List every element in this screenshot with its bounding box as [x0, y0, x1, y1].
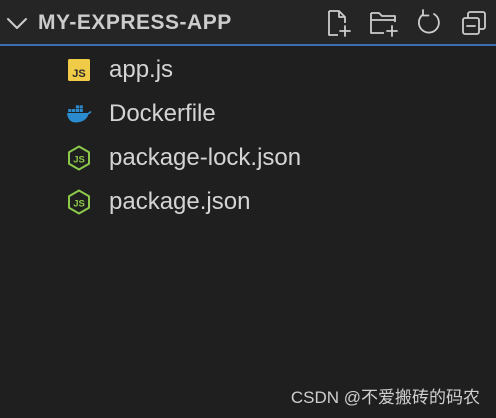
svg-text:JS: JS [73, 199, 85, 210]
refresh-button[interactable] [413, 7, 445, 39]
file-name: app.js [109, 56, 174, 83]
file-item-package-lock-json[interactable]: JS package-lock.json [0, 136, 496, 180]
collapse-all-button[interactable] [458, 7, 490, 39]
nodejs-icon: JS [68, 145, 90, 171]
explorer-actions [323, 7, 490, 39]
collapse-all-icon [462, 11, 486, 35]
file-item-package-json[interactable]: JS package.json [0, 180, 496, 224]
new-file-icon [328, 10, 351, 37]
chevron-down-icon[interactable] [4, 10, 30, 36]
file-name: package.json [109, 188, 251, 215]
nodejs-icon: JS [68, 189, 90, 215]
explorer-header[interactable]: MY-EXPRESS-APP [0, 0, 496, 46]
javascript-icon: JS [68, 59, 90, 81]
new-folder-icon [370, 12, 398, 37]
svg-text:JS: JS [72, 68, 85, 80]
docker-icon [67, 105, 92, 123]
file-name: package-lock.json [109, 144, 302, 171]
watermark: CSDN @不爱搬砖的码农 [290, 388, 480, 407]
file-item-app-js[interactable]: JS app.js [0, 48, 496, 92]
file-item-dockerfile[interactable]: Dockerfile [0, 92, 496, 136]
folder-title[interactable]: MY-EXPRESS-APP [38, 10, 232, 36]
svg-text:JS: JS [73, 155, 85, 166]
new-file-button[interactable] [323, 7, 355, 39]
explorer-panel: MY-EXPRESS-APP JS app.js Dockerfile JS p… [0, 0, 496, 418]
new-folder-button[interactable] [368, 7, 400, 39]
refresh-icon [418, 9, 440, 34]
file-name: Dockerfile [109, 100, 216, 127]
